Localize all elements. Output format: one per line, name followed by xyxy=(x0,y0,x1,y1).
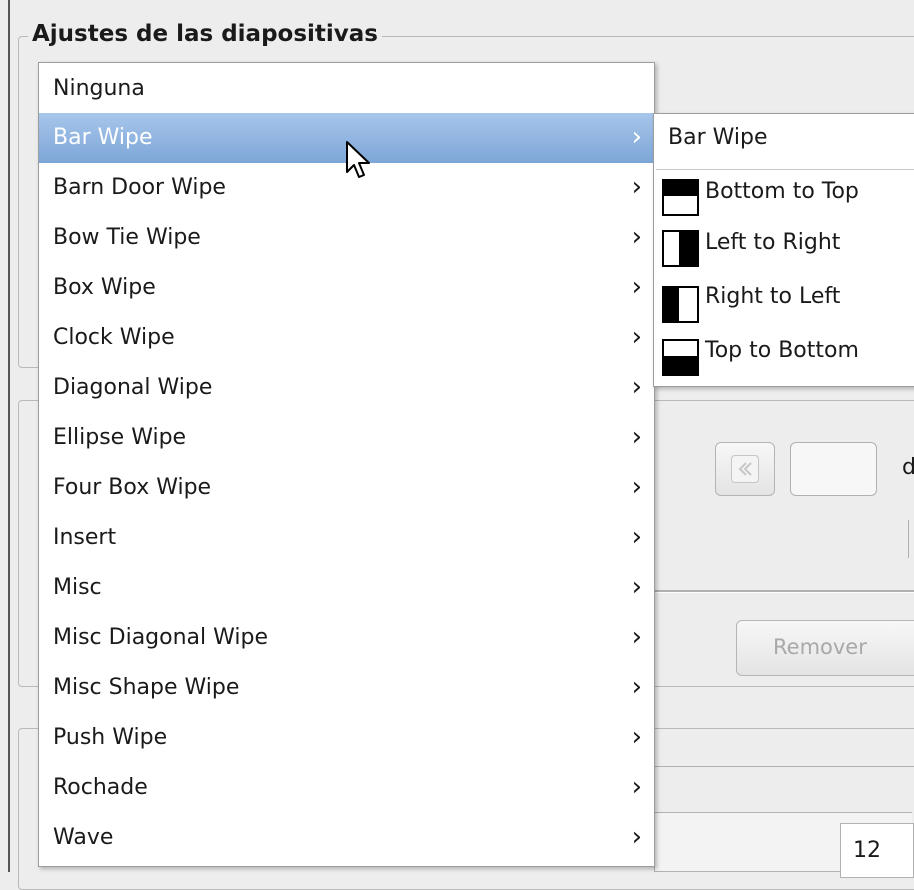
menu-item-box-wipe[interactable]: Box Wipe › xyxy=(39,263,654,313)
separator-line xyxy=(654,590,914,593)
bar-wipe-left-to-right-icon xyxy=(662,230,699,267)
slide-number-field[interactable] xyxy=(790,442,877,496)
menu-item-label: Barn Door Wipe xyxy=(53,175,226,200)
window-border-left xyxy=(8,0,10,872)
menu-item-wave[interactable]: Wave › xyxy=(39,813,654,863)
navigate-back-button[interactable] xyxy=(715,442,775,496)
menu-item-clock-wipe[interactable]: Clock Wipe › xyxy=(39,313,654,363)
menu-item-ellipse-wipe[interactable]: Ellipse Wipe › xyxy=(39,413,654,463)
menu-item-label: Wave xyxy=(53,825,114,850)
rewind-icon xyxy=(731,455,759,483)
font-size-field[interactable]: 12 xyxy=(840,823,914,878)
tab-strip-line xyxy=(654,766,914,767)
chevron-right-icon: › xyxy=(631,622,642,652)
chevron-right-icon: › xyxy=(631,672,642,702)
menu-item-diagonal-wipe[interactable]: Diagonal Wipe › xyxy=(39,363,654,413)
menu-item-label: Insert xyxy=(53,525,117,550)
menu-item-label: Ellipse Wipe xyxy=(53,425,187,450)
menu-item-push-wipe[interactable]: Push Wipe › xyxy=(39,713,654,763)
menu-item-label: Bow Tie Wipe xyxy=(53,225,201,250)
menu-item-misc[interactable]: Misc › xyxy=(39,563,654,613)
remove-button[interactable]: Remover xyxy=(736,620,914,676)
remove-button-label: Remover xyxy=(773,635,867,659)
menu-item-bow-tie-wipe[interactable]: Bow Tie Wipe › xyxy=(39,213,654,263)
chevron-right-icon: › xyxy=(631,472,642,502)
bar-wipe-submenu: Bar Wipe Bottom to Top Left to Right Rig… xyxy=(653,113,914,387)
slide-settings-title: Ajustes de las diapositivas xyxy=(28,20,382,48)
submenu-item-label: Top to Bottom xyxy=(705,338,859,363)
chevron-right-icon: › xyxy=(631,172,642,202)
chevron-right-icon: › xyxy=(631,122,642,152)
chevron-right-icon: › xyxy=(631,222,642,252)
submenu-item-label: Right to Left xyxy=(705,284,841,309)
menu-item-ninguna[interactable]: Ninguna xyxy=(39,64,654,114)
menu-item-misc-shape-wipe[interactable]: Misc Shape Wipe › xyxy=(39,663,654,713)
menu-item-label: Misc Diagonal Wipe xyxy=(53,625,269,650)
submenu-header-label: Bar Wipe xyxy=(668,125,768,150)
menu-item-label: Misc xyxy=(53,575,102,600)
menu-item-insert[interactable]: Insert › xyxy=(39,513,654,563)
menu-item-four-box-wipe[interactable]: Four Box Wipe › xyxy=(39,463,654,513)
menu-item-label: Rochade xyxy=(53,775,148,800)
chevron-right-icon: › xyxy=(631,422,642,452)
menu-item-label: Diagonal Wipe xyxy=(53,375,213,400)
chevron-right-icon: › xyxy=(631,322,642,352)
menu-item-misc-diagonal-wipe[interactable]: Misc Diagonal Wipe › xyxy=(39,613,654,663)
chevron-right-icon: › xyxy=(631,572,642,602)
bar-wipe-bottom-to-top-icon xyxy=(662,179,699,216)
menu-item-label: Push Wipe xyxy=(53,725,168,750)
submenu-header[interactable]: Bar Wipe xyxy=(668,114,768,162)
chevron-right-icon: › xyxy=(631,372,642,402)
mouse-cursor-icon xyxy=(346,141,370,178)
menu-item-label: Ninguna xyxy=(53,76,145,101)
menu-item-label: Bar Wipe xyxy=(53,125,153,150)
partial-label: d xyxy=(902,455,914,480)
chevron-right-icon: › xyxy=(631,722,642,752)
submenu-item-label: Left to Right xyxy=(705,230,841,255)
font-size-value: 12 xyxy=(853,838,881,863)
chevron-right-icon: › xyxy=(631,822,642,852)
menu-item-label: Misc Shape Wipe xyxy=(53,675,240,700)
chevron-right-icon: › xyxy=(631,522,642,552)
bar-wipe-top-to-bottom-icon xyxy=(662,339,699,376)
bar-wipe-right-to-left-icon xyxy=(662,286,699,323)
menu-item-label: Four Box Wipe xyxy=(53,475,212,500)
menu-item-rochade[interactable]: Rochade › xyxy=(39,763,654,813)
menu-item-label: Clock Wipe xyxy=(53,325,175,350)
chevron-right-icon: › xyxy=(631,772,642,802)
chevron-right-icon: › xyxy=(631,272,642,302)
menu-item-label: Box Wipe xyxy=(53,275,156,300)
submenu-item-label: Bottom to Top xyxy=(705,179,859,204)
partial-field[interactable] xyxy=(908,520,914,558)
